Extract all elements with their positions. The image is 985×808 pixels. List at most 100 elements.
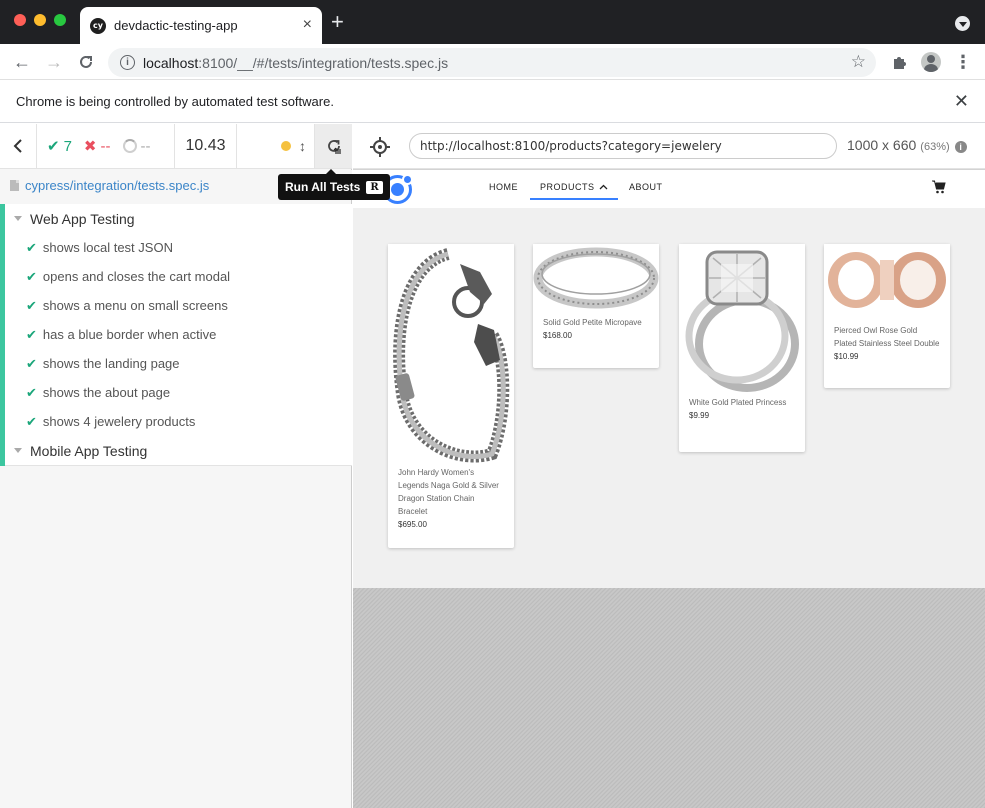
product-name: Pierced Owl Rose Gold Plated Stainless S… [834, 326, 940, 348]
test-title: opens and closes the cart modal [42, 269, 231, 284]
product-price: $9.99 [689, 411, 710, 420]
check-icon: ✔ [26, 239, 37, 255]
close-window-button[interactable] [14, 14, 26, 26]
address-bar[interactable]: i localhost:8100/__/#/tests/integration/… [108, 48, 876, 77]
back-to-specs-button[interactable] [0, 124, 37, 168]
x-icon: ✖ [83, 138, 97, 155]
suite-mobile-app-testing[interactable]: Mobile App Testing [14, 436, 147, 465]
tab-search-button[interactable] [955, 16, 970, 31]
test-item[interactable]: ✔ shows local test JSON [26, 233, 173, 262]
browser-toolbar: ← → i localhost:8100/__/#/tests/integrat… [0, 44, 985, 80]
test-item[interactable]: ✔ opens and closes the cart modal [26, 262, 230, 291]
suite-title: Mobile App Testing [30, 442, 148, 459]
viewport-background [353, 588, 985, 808]
aut-header: http://localhost:8100/products?category=… [353, 124, 985, 169]
app-under-test-panel: http://localhost:8100/products?category=… [353, 124, 985, 808]
run-all-tests-button[interactable] [314, 124, 352, 168]
suite-title: Web App Testing [30, 210, 135, 227]
tab-title: devdactic-testing-app [114, 18, 238, 33]
test-title: shows local test JSON [42, 240, 173, 255]
pending-count: -- [122, 138, 151, 155]
back-button[interactable]: ← [10, 50, 34, 74]
check-icon: ✔ [47, 138, 60, 155]
new-tab-button[interactable]: + [331, 11, 344, 33]
rerun-icon [327, 140, 341, 154]
product-card[interactable]: Solid Gold Petite Micropave $168.00 [533, 244, 659, 368]
viewport-info: 1000 x 660 (63%) i [847, 137, 967, 153]
test-stats: ✔ 7 ✖ -- -- [37, 124, 175, 168]
bookmark-star-icon[interactable]: ☆ [851, 52, 866, 72]
tab-strip: cy devdactic-testing-app × + [0, 0, 985, 44]
product-image [388, 244, 514, 466]
reload-button[interactable] [74, 50, 98, 74]
ionic-app: HOME PRODUCTS ABOUT John Hardy Women's L… [353, 170, 985, 588]
viewport-info-icon[interactable]: i [954, 141, 967, 153]
failed-count: ✖ -- [83, 137, 111, 156]
cypress-favicon-icon: cy [90, 17, 106, 34]
viewport-size: 1000 x 660 [847, 137, 917, 153]
chevron-left-icon [13, 139, 22, 153]
reporter-header: ✔ 7 ✖ -- -- 10.43 ↕ [0, 124, 352, 169]
product-price: $695.00 [398, 520, 427, 529]
reload-icon [80, 55, 92, 68]
infobar-close-icon[interactable]: ✕ [954, 91, 969, 112]
check-icon: ✔ [26, 326, 37, 342]
file-icon [10, 179, 19, 191]
check-icon: ✔ [26, 355, 37, 371]
product-name: John Hardy Women's Legends Naga Gold & S… [398, 468, 499, 516]
nav-products[interactable]: PRODUCTS [530, 182, 618, 200]
passed-count: ✔ 7 [47, 137, 72, 156]
test-item[interactable]: ✔ shows the landing page [26, 349, 180, 378]
minimize-window-button[interactable] [34, 14, 46, 26]
close-tab-icon[interactable]: × [303, 17, 312, 33]
forward-button[interactable]: → [42, 50, 66, 74]
browser-tab[interactable]: cy devdactic-testing-app × [80, 7, 322, 44]
test-item[interactable]: ✔ shows 4 jewelery products [26, 407, 195, 436]
nav-about[interactable]: ABOUT [629, 182, 663, 192]
product-card[interactable]: Pierced Owl Rose Gold Plated Stainless S… [824, 244, 950, 388]
product-card[interactable]: White Gold Plated Princess $9.99 [679, 244, 805, 452]
product-price: $168.00 [543, 331, 572, 340]
pending-spinner-icon [122, 139, 137, 153]
run-all-tests-tooltip: Run All Tests R [278, 169, 390, 200]
product-name: White Gold Plated Princess [689, 398, 787, 407]
test-title: has a blue border when active [42, 327, 217, 342]
chevron-up-icon [599, 184, 607, 190]
product-image [824, 244, 950, 324]
shortcut-key: R [366, 180, 383, 194]
profile-avatar[interactable] [921, 52, 941, 72]
caret-down-icon [14, 448, 22, 453]
maximize-window-button[interactable] [54, 14, 66, 26]
url-host: localhost [143, 54, 199, 71]
product-card[interactable]: John Hardy Women's Legends Naga Gold & S… [388, 244, 514, 548]
test-item[interactable]: ✔ shows the about page [26, 378, 170, 407]
extensions-icon[interactable] [889, 52, 909, 72]
infobar-message: Chrome is being controlled by automated … [16, 93, 334, 109]
suite-web-app-testing[interactable]: Web App Testing [14, 204, 135, 233]
spec-file-link[interactable]: cypress/integration/tests.spec.js [25, 178, 209, 193]
test-title: shows the landing page [42, 356, 180, 371]
app-navbar: HOME PRODUCTS ABOUT [353, 170, 985, 208]
nav-home[interactable]: HOME [489, 182, 518, 192]
viewport-scale: (63%) [920, 141, 950, 153]
check-icon: ✔ [26, 297, 37, 313]
automation-infobar: Chrome is being controlled by automated … [0, 80, 985, 123]
aut-url-field[interactable]: http://localhost:8100/products?category=… [409, 133, 837, 159]
test-title: shows a menu on small screens [42, 298, 228, 313]
cart-icon[interactable] [932, 180, 946, 194]
selector-playground-button[interactable] [369, 136, 391, 158]
auto-scroll-toggle-icon[interactable]: ↕ [299, 138, 306, 154]
test-title: shows the about page [42, 385, 171, 400]
duration: 10.43 [175, 124, 237, 168]
reporter-controls: ↕ [237, 124, 352, 168]
tooltip-text: Run All Tests [285, 180, 361, 194]
test-list: Web App Testing ✔ shows local test JSON ✔… [0, 204, 352, 466]
cypress-reporter: ✔ 7 ✖ -- -- 10.43 ↕ cypress/integration/te… [0, 124, 352, 808]
check-icon: ✔ [26, 413, 37, 429]
test-item[interactable]: ✔ shows a menu on small screens [26, 291, 228, 320]
chrome-menu-icon[interactable]: ⋮ [953, 52, 973, 72]
test-item[interactable]: ✔ has a blue border when active [26, 320, 216, 349]
caret-down-icon [14, 216, 22, 221]
product-price: $10.99 [834, 352, 859, 361]
site-info-icon[interactable]: i [120, 55, 135, 70]
